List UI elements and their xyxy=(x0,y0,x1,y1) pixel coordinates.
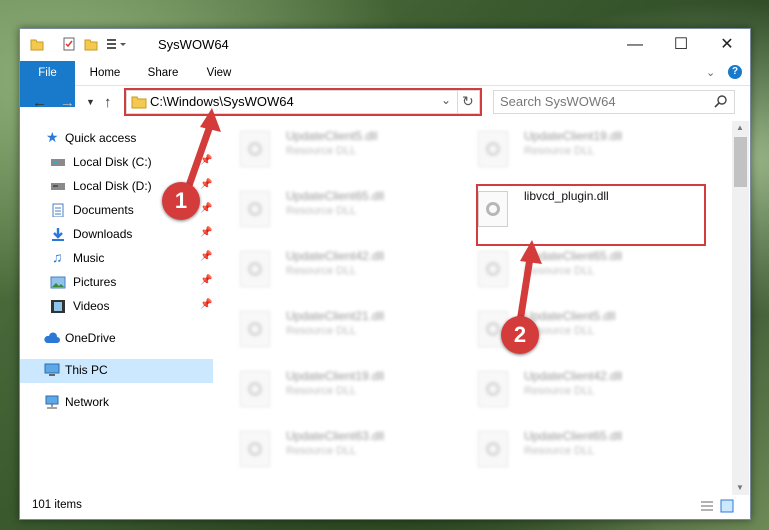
step-1-badge: 1 xyxy=(162,182,200,220)
arrow-1-head xyxy=(200,108,221,132)
annotation-arrows xyxy=(182,108,542,332)
arrow-2-head xyxy=(520,240,542,264)
step-2-badge: 2 xyxy=(501,316,539,354)
